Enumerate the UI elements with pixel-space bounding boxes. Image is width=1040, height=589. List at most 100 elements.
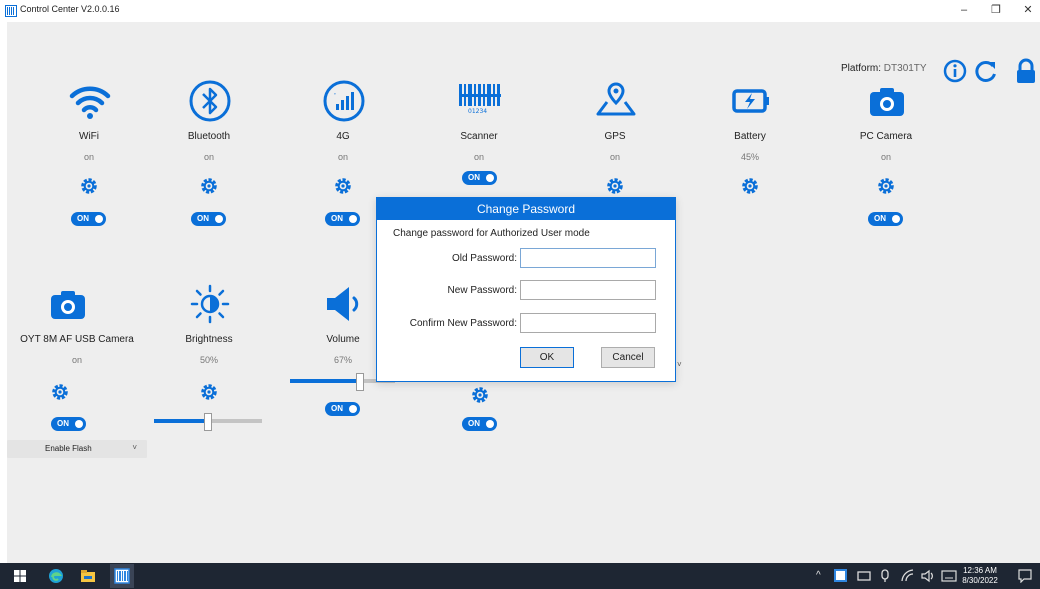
slider-track xyxy=(208,419,262,423)
clock-date: 8/30/2022 xyxy=(962,576,998,585)
wifi-settings-gear-icon[interactable] xyxy=(80,177,98,195)
new-password-field[interactable] xyxy=(520,280,656,300)
wifi-tray-icon[interactable] xyxy=(901,569,915,583)
volume-icon xyxy=(327,287,359,321)
minimize-button[interactable]: – xyxy=(957,3,971,17)
speaker-tray-icon[interactable] xyxy=(921,569,935,583)
pc-camera-settings-gear-icon[interactable] xyxy=(877,177,895,195)
tile-name: 4G xyxy=(336,131,350,142)
title-bar: Control Center V2.0.0.16 – ❐ ✕ xyxy=(0,0,1040,22)
tile-brightness: Brightness 50% xyxy=(149,283,269,433)
select-value: Enable Flash xyxy=(45,444,92,453)
chevron-down-icon: ˅ xyxy=(677,360,682,369)
tile-status: on xyxy=(203,152,214,162)
tile-name: PC Camera xyxy=(859,131,913,142)
wifi-toggle[interactable]: ON xyxy=(71,212,106,226)
taskbar-active-app[interactable] xyxy=(110,564,134,588)
toggle-label: ON xyxy=(468,419,480,428)
refresh-icon[interactable] xyxy=(973,58,999,84)
barcode-scanner-icon: 01234 xyxy=(459,84,501,115)
ok-button[interactable]: OK xyxy=(520,347,574,368)
toggle-knob xyxy=(75,420,83,428)
tile-bluetooth: Bluetooth on xyxy=(149,80,269,230)
pen-tray-icon[interactable] xyxy=(879,569,891,583)
4g-toggle[interactable]: ON xyxy=(325,212,360,226)
network-tray-icon[interactable] xyxy=(857,570,871,582)
tile-status: on xyxy=(71,355,82,365)
pc-camera-toggle[interactable]: ON xyxy=(868,212,903,226)
slider-fill xyxy=(154,419,208,423)
tile-status: on xyxy=(609,152,620,162)
svg-text:ᵀ: ᵀ xyxy=(333,93,336,99)
toggle-knob xyxy=(95,215,103,223)
flash-mode-select[interactable]: Enable Flash ˅ xyxy=(7,440,147,458)
toggle-knob xyxy=(892,215,900,223)
slider-thumb[interactable] xyxy=(356,373,364,391)
toggle-label: ON xyxy=(197,214,209,223)
scanner-toggle[interactable]: ON xyxy=(462,171,497,185)
notification-icon[interactable] xyxy=(1018,569,1032,583)
control-center-app-icon xyxy=(114,568,130,584)
tile-name: WiFi xyxy=(79,131,99,142)
file-explorer-icon[interactable] xyxy=(80,568,96,584)
volume-toggle[interactable]: ON xyxy=(325,402,360,416)
battery-charging-icon xyxy=(732,89,769,113)
edge-browser-icon[interactable] xyxy=(48,568,64,584)
gps-settings-gear-icon[interactable] xyxy=(606,177,624,195)
usb-camera-settings-gear-icon[interactable] xyxy=(51,383,69,401)
tile-status: on xyxy=(880,152,891,162)
toggle-label: ON xyxy=(874,214,886,223)
window-title: Control Center V2.0.0.16 xyxy=(20,4,120,14)
maximize-button[interactable]: ❐ xyxy=(989,3,1003,17)
brightness-slider[interactable] xyxy=(154,413,262,431)
camera-icon xyxy=(51,291,85,319)
tile-name: Scanner xyxy=(460,131,498,142)
control-center-tray-icon[interactable] xyxy=(834,569,847,582)
slider-fill xyxy=(290,379,360,383)
brightness-settings-gear-icon[interactable] xyxy=(200,383,218,401)
bluetooth-settings-gear-icon[interactable] xyxy=(200,177,218,195)
tile-status: 45% xyxy=(740,152,759,162)
platform-value: DT301TY xyxy=(883,63,927,74)
change-password-dialog: Change Password Change password for Auth… xyxy=(376,197,676,382)
extra-toggle[interactable]: ON xyxy=(462,417,497,431)
windows-start-icon[interactable] xyxy=(12,568,28,584)
tile-name: Brightness xyxy=(185,334,233,345)
camera-icon xyxy=(870,88,904,116)
platform-label: Platform: xyxy=(841,63,882,74)
lock-icon[interactable] xyxy=(1013,58,1039,84)
cancel-button[interactable]: Cancel xyxy=(601,347,655,368)
toggle-knob xyxy=(486,420,494,428)
close-button[interactable]: ✕ xyxy=(1021,3,1035,17)
bluetooth-toggle[interactable]: ON xyxy=(191,212,226,226)
chevron-down-icon: ˅ xyxy=(132,443,137,452)
app-icon xyxy=(5,5,17,17)
toggle-knob xyxy=(215,215,223,223)
battery-settings-gear-icon[interactable] xyxy=(741,177,759,195)
old-password-field[interactable] xyxy=(520,248,656,268)
toggle-knob xyxy=(486,174,494,182)
cellular-4g-icon: ᵀ xyxy=(323,80,365,122)
gps-map-icon xyxy=(596,82,636,116)
4g-settings-gear-icon[interactable] xyxy=(334,177,352,195)
tile-pc-camera: PC Camera on xyxy=(826,80,946,230)
clock-time: 12:36 AM xyxy=(963,566,997,575)
confirm-password-label: Confirm New Password: xyxy=(409,318,517,329)
new-password-label: New Password: xyxy=(447,285,517,296)
confirm-password-field[interactable] xyxy=(520,313,656,333)
dialog-description: Change password for Authorized User mode xyxy=(393,228,590,239)
tile-status: on xyxy=(83,152,94,162)
taskbar: ^ 12:36 AM 8/30/2022 xyxy=(0,563,1040,589)
taskbar-clock[interactable]: 12:36 AM 8/30/2022 xyxy=(955,566,1005,586)
toggle-knob xyxy=(349,215,357,223)
tile-status: on xyxy=(337,152,348,162)
brightness-icon xyxy=(190,284,230,324)
usb-camera-toggle[interactable]: ON xyxy=(51,417,86,431)
wifi-icon xyxy=(69,86,111,119)
toggle-label: ON xyxy=(331,214,343,223)
slider-thumb[interactable] xyxy=(204,413,212,431)
tile-status: 50% xyxy=(199,355,218,365)
tile-name: GPS xyxy=(604,131,626,142)
settings-gear-icon[interactable] xyxy=(471,386,489,404)
tray-overflow-chevron[interactable]: ^ xyxy=(816,570,821,581)
